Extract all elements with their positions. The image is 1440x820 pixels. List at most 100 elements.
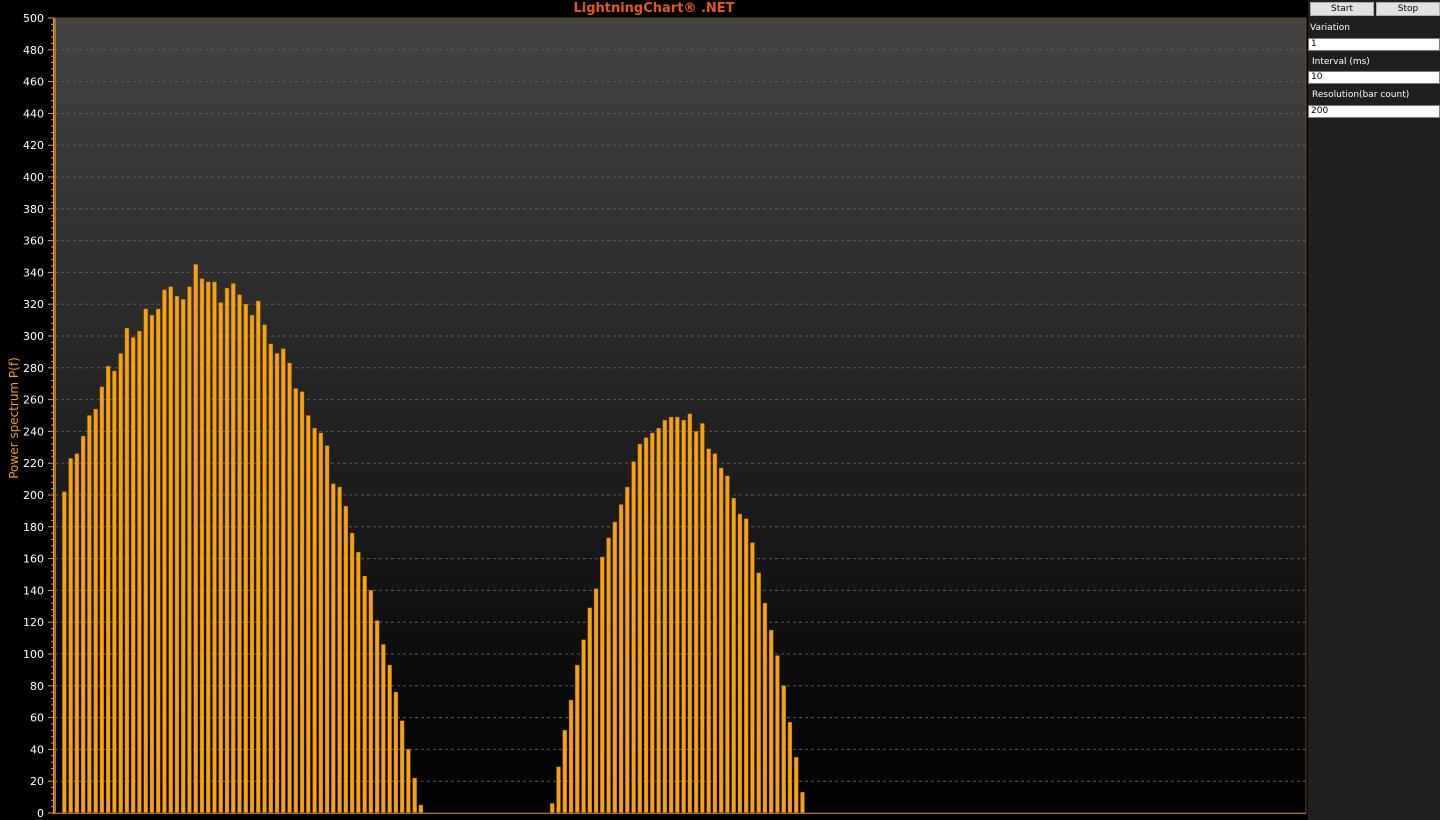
spectrum-bar <box>762 602 768 814</box>
spectrum-bar <box>212 281 217 814</box>
spectrum-bar <box>287 362 292 814</box>
y-tick-label: 400 <box>23 171 44 184</box>
y-tick-label: 480 <box>23 44 44 57</box>
spectrum-bar <box>187 286 192 814</box>
spectrum-bar <box>637 443 642 814</box>
spectrum-bar <box>781 685 786 814</box>
y-tick-label: 40 <box>30 743 44 756</box>
y-tick-label: 280 <box>23 362 44 375</box>
spectrum-bar <box>756 572 761 814</box>
spectrum-bar <box>231 283 236 814</box>
spectrum-bar <box>356 552 361 814</box>
spectrum-bar <box>331 483 336 814</box>
start-button[interactable]: Start <box>1310 2 1374 16</box>
spectrum-bar <box>600 556 605 814</box>
spectrum-bar <box>712 453 718 814</box>
spectrum-bar <box>293 388 298 814</box>
resolution-input[interactable]: 200 <box>1308 105 1440 118</box>
spectrum-bar <box>337 486 342 814</box>
spectrum-bar <box>606 537 611 814</box>
spectrum-bar <box>249 315 255 814</box>
spectrum-bar <box>706 448 711 814</box>
y-tick-label: 100 <box>23 648 44 661</box>
spectrum-bar <box>181 299 186 814</box>
spectrum-bar <box>694 431 699 814</box>
spectrum-bar <box>68 458 73 814</box>
spectrum-bar <box>625 486 630 814</box>
spectrum-bar <box>81 435 86 814</box>
spectrum-bar <box>700 423 705 814</box>
spectrum-bar <box>750 542 755 814</box>
spectrum-bar <box>794 757 799 814</box>
resolution-label: Resolution(bar count) <box>1312 90 1410 100</box>
spectrum-bar <box>124 327 130 814</box>
spectrum-bar <box>769 629 774 814</box>
spectrum-bar <box>362 575 367 814</box>
y-tick-label: 360 <box>23 235 44 248</box>
spectrum-bar <box>681 420 686 814</box>
spectrum-bar <box>174 296 180 814</box>
spectrum-bar <box>556 766 561 814</box>
spectrum-bar <box>106 366 111 814</box>
spectrum-bar <box>306 415 311 814</box>
y-axis-title: Power spectrum P(f) <box>7 357 21 479</box>
spectrum-bar <box>281 348 286 814</box>
spectrum-bar <box>274 353 280 814</box>
spectrum-bar <box>725 475 730 814</box>
spectrum-bar <box>787 722 793 814</box>
spectrum-bar <box>550 803 555 814</box>
spectrum-bar <box>324 445 330 814</box>
spectrum-bar <box>581 639 586 814</box>
spectrum-bar <box>568 699 574 814</box>
spectrum-bar <box>62 491 67 814</box>
y-tick-label: 200 <box>23 489 44 502</box>
spectrum-bar <box>731 497 736 814</box>
spectrum-bar <box>368 590 374 814</box>
spectrum-bar <box>137 331 142 814</box>
y-tick-label: 0 <box>37 807 44 820</box>
y-tick-label: 180 <box>23 521 44 534</box>
spectrum-bar <box>387 664 392 814</box>
spectrum-bar <box>374 620 380 814</box>
plot-background <box>55 18 1306 814</box>
spectrum-bar <box>218 302 223 814</box>
spectrum-bar <box>719 467 724 814</box>
spectrum-bar <box>237 294 242 814</box>
spectrum-bar <box>393 691 399 814</box>
chart-area: 0 20 40 60 80 100 120 140 160 180 200 220 240 260 280 3… <box>0 0 1308 820</box>
spectrum-bar <box>400 720 405 814</box>
spectrum-bar <box>562 730 567 814</box>
y-tick-label: 260 <box>23 394 44 407</box>
spectrum-bar <box>93 408 98 814</box>
spectrum-bar <box>343 505 349 814</box>
y-tick-label: 300 <box>23 330 44 343</box>
spectrum-bar <box>168 286 173 814</box>
spectrum-bar <box>744 518 749 814</box>
spectrum-bar <box>593 588 599 814</box>
spectrum-bar <box>643 437 649 814</box>
spectrum-bar <box>612 521 617 814</box>
spectrum-bar <box>662 420 667 814</box>
spectrum-bar <box>74 453 80 814</box>
spectrum-bar <box>224 288 230 814</box>
interval-input[interactable]: 10 <box>1308 71 1440 84</box>
y-tick-label: 320 <box>23 298 44 311</box>
spectrum-bar <box>575 664 580 814</box>
spectrum-bar <box>381 644 386 814</box>
spectrum-bar <box>618 504 624 814</box>
spectrum-bar <box>156 308 161 814</box>
spectrum-bar <box>262 324 267 814</box>
spectrum-bar <box>149 315 155 814</box>
y-tick-label: 60 <box>30 712 44 725</box>
spectrum-bar <box>418 804 424 814</box>
spectrum-bar <box>199 278 205 814</box>
spectrum-bar <box>631 461 636 814</box>
stop-button[interactable]: Stop <box>1376 2 1440 16</box>
spectrum-bar <box>143 308 148 814</box>
y-tick-label: 460 <box>23 76 44 89</box>
y-tick-label: 440 <box>23 107 44 120</box>
y-tick-label: 500 <box>23 12 44 25</box>
variation-input[interactable]: 1 <box>1308 38 1440 51</box>
spectrum-bar <box>112 370 117 814</box>
spectrum-bar <box>99 386 105 814</box>
